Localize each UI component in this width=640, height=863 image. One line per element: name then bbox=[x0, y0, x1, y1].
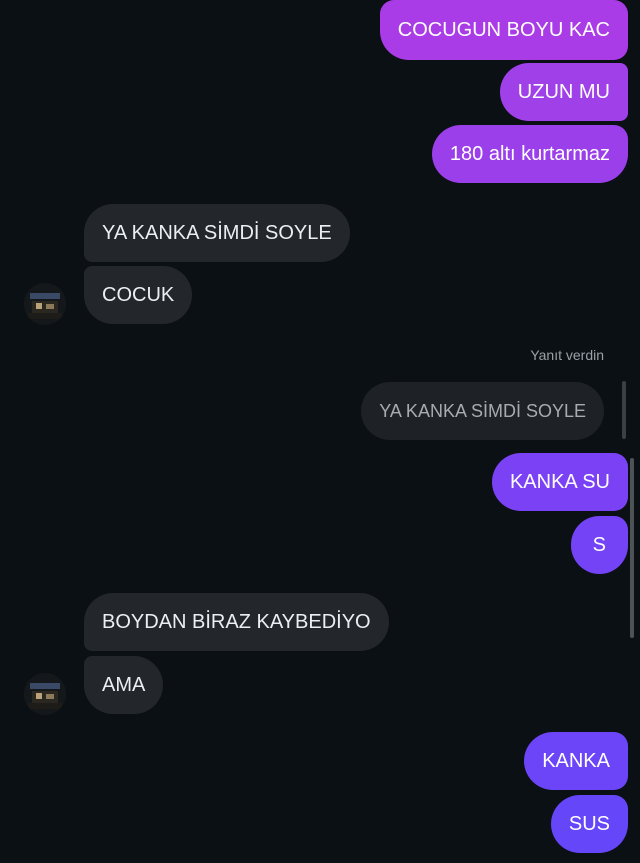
sent-message[interactable]: KANKA bbox=[524, 732, 628, 790]
message-text: SUS bbox=[568, 812, 610, 835]
quoted-text: YA KANKA SİMDİ SOYLE bbox=[379, 400, 586, 421]
message-text: KANKA SU bbox=[509, 470, 610, 493]
message-text: S bbox=[592, 533, 606, 556]
received-message[interactable]: AMA bbox=[84, 656, 164, 714]
sent-message[interactable]: SUS bbox=[550, 795, 628, 853]
received-message[interactable]: BOYDAN BİRAZ KAYBEDİYO bbox=[84, 593, 389, 651]
avatar-image bbox=[24, 673, 66, 715]
quoted-message[interactable]: YA KANKA SİMDİ SOYLE bbox=[361, 382, 604, 440]
contact-avatar[interactable] bbox=[24, 673, 66, 715]
message-text: 180 altı kurtarmaz bbox=[449, 142, 610, 165]
message-text: COCUK bbox=[102, 283, 175, 306]
message-text: BOYDAN BİRAZ KAYBEDİYO bbox=[102, 610, 371, 633]
sent-message[interactable]: COCUGUN BOYU KAC bbox=[379, 0, 628, 60]
reply-indicator-bar bbox=[622, 381, 626, 439]
sent-message[interactable]: KANKA SU bbox=[491, 453, 628, 511]
message-text: KANKA bbox=[542, 749, 610, 772]
received-message[interactable]: YA KANKA SİMDİ SOYLE bbox=[84, 204, 350, 262]
contact-avatar[interactable] bbox=[24, 283, 66, 325]
received-message[interactable]: COCUK bbox=[84, 266, 193, 324]
sent-message[interactable]: 180 altı kurtarmaz bbox=[431, 125, 628, 183]
message-text: YA KANKA SİMDİ SOYLE bbox=[102, 221, 332, 244]
message-text: UZUN MU bbox=[517, 80, 610, 103]
message-text: COCUGUN BOYU KAC bbox=[397, 18, 610, 41]
avatar-image bbox=[24, 283, 66, 325]
reply-label: Yanıt verdin bbox=[530, 347, 604, 363]
scrollbar[interactable] bbox=[630, 458, 634, 638]
sent-message[interactable]: S bbox=[570, 516, 628, 574]
sent-message[interactable]: UZUN MU bbox=[499, 63, 628, 121]
message-text: AMA bbox=[102, 673, 146, 696]
